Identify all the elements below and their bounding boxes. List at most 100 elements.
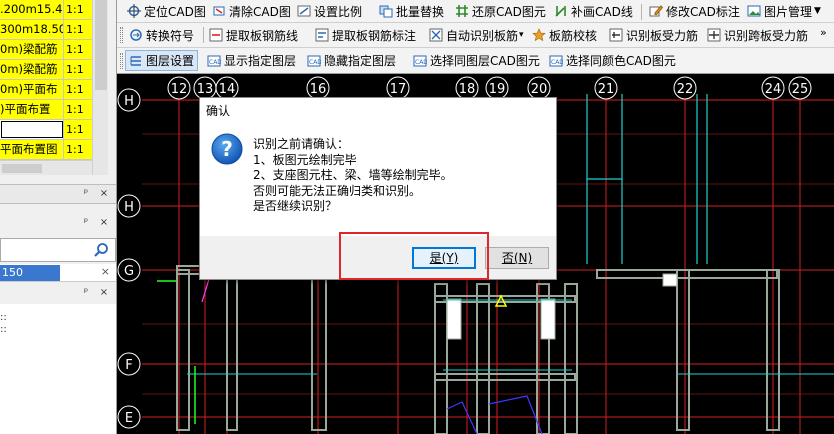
no-button[interactable]: 否(N) [485, 247, 549, 269]
button-label: 选择同图层CAD图元 [430, 54, 540, 68]
button-label: 图片管理 [764, 4, 813, 19]
axis-label: 17 [390, 82, 407, 97]
toolbar-layers: 图层设置 CAD 显示指定图层 CAD 隐藏指定图层 CAD 选择同图层CAD图… [117, 48, 834, 74]
table-row[interactable]: 300m18.5001:1 [0, 20, 92, 40]
button-label: 提取板钢筋线 [226, 28, 299, 43]
close-icon[interactable]: × [98, 286, 110, 300]
draw-cad-line-button[interactable]: 补画CAD线 [554, 0, 633, 22]
button-label: 选择同颜色CAD图元 [566, 54, 676, 68]
value-row[interactable]: 150 × [0, 264, 116, 282]
grid-icon [456, 5, 468, 17]
chevron-down-icon[interactable]: ▾ [519, 30, 524, 40]
extract-slab-rebar-label-button[interactable]: 提取板钢筋标注 [315, 23, 416, 47]
scroll-thumb[interactable] [2, 164, 42, 173]
pane-header: ᵖ × [0, 284, 116, 304]
axis-label: 14 [219, 82, 236, 97]
question-icon: ? [211, 133, 243, 165]
list-marks: :: :: [0, 312, 7, 335]
button-label: 转换符号 [146, 28, 195, 43]
locate-cad-button[interactable]: 定位CAD图 [127, 0, 206, 22]
axis-label: 21 [598, 82, 615, 97]
dialog-message: 识别之前请确认： 1、板图元绘制完毕 2、支座图元柱、梁、墙等绘制完毕。 否则可… [253, 137, 453, 215]
eraser-icon [213, 6, 225, 16]
select-same-layer-button[interactable]: CAD 选择同图层CAD图元 [413, 48, 540, 73]
select-same-color-button[interactable]: CAD 选择同颜色CAD图元 [549, 48, 676, 73]
axis-label: 18 [459, 82, 476, 97]
wall-segment [676, 269, 778, 279]
message-line: 1、板图元绘制完毕 [253, 152, 357, 167]
search-input[interactable] [3, 241, 89, 259]
table-row[interactable]: )平面布置 1:1 [0, 100, 92, 120]
auto-identify-slab-rebar-button[interactable]: 自动识别板筋 ▾ [429, 23, 524, 47]
wall-segment [311, 269, 327, 431]
wall-segment [564, 283, 578, 434]
cad-hide-icon: CAD [307, 55, 321, 66]
table-row[interactable]: 0m)梁配筋 1:1 [0, 60, 92, 80]
selected-value[interactable]: 150 [0, 265, 60, 281]
set-scale-button[interactable]: 设置比例 [297, 0, 362, 22]
search-box [0, 238, 116, 262]
identify-cross-slab-rebar-button[interactable]: 识别跨板受力筋 [707, 23, 808, 47]
dialog-title: 确认 [206, 104, 231, 118]
message-line: 识别之前请确认： [253, 137, 350, 151]
extract-label-icon [315, 28, 329, 42]
auto-identify-icon [429, 28, 443, 42]
layer-ratio: 1:1 [66, 143, 84, 156]
layer-table-vscrollbar[interactable] [92, 0, 108, 175]
layer-name: 0m)梁配筋 [0, 60, 64, 79]
svg-text:?: ? [221, 137, 233, 161]
axis-label: H [124, 200, 134, 215]
restore-cad-button[interactable]: 还原CAD图元 [455, 0, 546, 22]
slab-stress-icon [609, 28, 623, 42]
image-manager-button[interactable]: 图片管理 ▼ [747, 0, 821, 22]
close-icon[interactable]: × [98, 187, 110, 201]
hide-layer-button[interactable]: CAD 隐藏指定图层 [307, 48, 396, 73]
message-line: 2、支座图元柱、梁、墙等绘制完毕。 [253, 168, 453, 182]
modify-cad-annotation-button[interactable]: 修改CAD标注 [649, 0, 740, 22]
highlight-annotation [339, 232, 489, 280]
svg-text:CAD: CAD [415, 59, 427, 66]
slab-rebar-check-button[interactable]: 板筋校核 [532, 23, 597, 47]
toolbar-grip[interactable] [120, 27, 123, 43]
check-star-icon [532, 28, 546, 42]
button-label: 清除CAD图 [229, 4, 291, 19]
search-icon[interactable] [93, 242, 109, 258]
close-icon[interactable]: × [101, 265, 110, 278]
layer-settings-button[interactable]: 图层设置 [125, 50, 199, 71]
toolbar-grip[interactable] [120, 53, 123, 69]
axis-label: 13 [197, 82, 214, 97]
locate-icon [127, 4, 141, 18]
button-label: 识别板受力筋 [626, 28, 699, 43]
axis-label: 22 [677, 82, 694, 97]
identify-slab-stress-rebar-button[interactable]: 识别板受力筋 [609, 23, 698, 47]
table-row[interactable]: 平面布置图 1:1 [0, 140, 92, 160]
convert-symbol-button[interactable]: 转换符号 [129, 23, 194, 47]
layer-table-hscrollbar[interactable] [0, 160, 92, 175]
chevron-down-icon[interactable]: ▼ [814, 6, 821, 16]
table-row[interactable]: .200m15.40 1:1 [0, 0, 92, 20]
table-row[interactable]: 0m)平面布 1:1 [0, 80, 92, 100]
column-hatch [540, 298, 556, 340]
toolbar-overflow-icon[interactable]: » [820, 26, 827, 39]
layer-ratio: 1:1 [66, 83, 84, 96]
pin-icon[interactable]: ᵖ [80, 216, 92, 230]
replace-icon [379, 5, 393, 18]
layers-icon [130, 55, 141, 66]
show-layer-button[interactable]: CAD 显示指定图层 [207, 48, 296, 73]
extract-slab-rebar-line-button[interactable]: 提取板钢筋线 [209, 23, 298, 47]
scroll-thumb[interactable] [95, 0, 107, 90]
table-row[interactable]: 0m)梁配筋 1:1 [0, 40, 92, 60]
cad-color-select-icon: CAD [549, 55, 563, 66]
blue-rebar-line [446, 401, 478, 434]
pin-icon[interactable]: ᵖ [80, 286, 92, 300]
extract-icon [209, 28, 223, 42]
table-row[interactable]: 1:1 [0, 120, 92, 140]
clear-cad-button[interactable]: 清除CAD图 [212, 0, 291, 22]
batch-replace-button[interactable]: 批量替换 [379, 0, 444, 22]
dialog-titlebar[interactable]: 确认 [200, 98, 556, 120]
cad-show-icon: CAD [207, 55, 221, 66]
pin-icon[interactable]: ᵖ [80, 187, 92, 201]
wall-segment [434, 283, 448, 434]
close-icon[interactable]: × [98, 216, 110, 230]
button-label: 自动识别板筋 [446, 28, 519, 43]
